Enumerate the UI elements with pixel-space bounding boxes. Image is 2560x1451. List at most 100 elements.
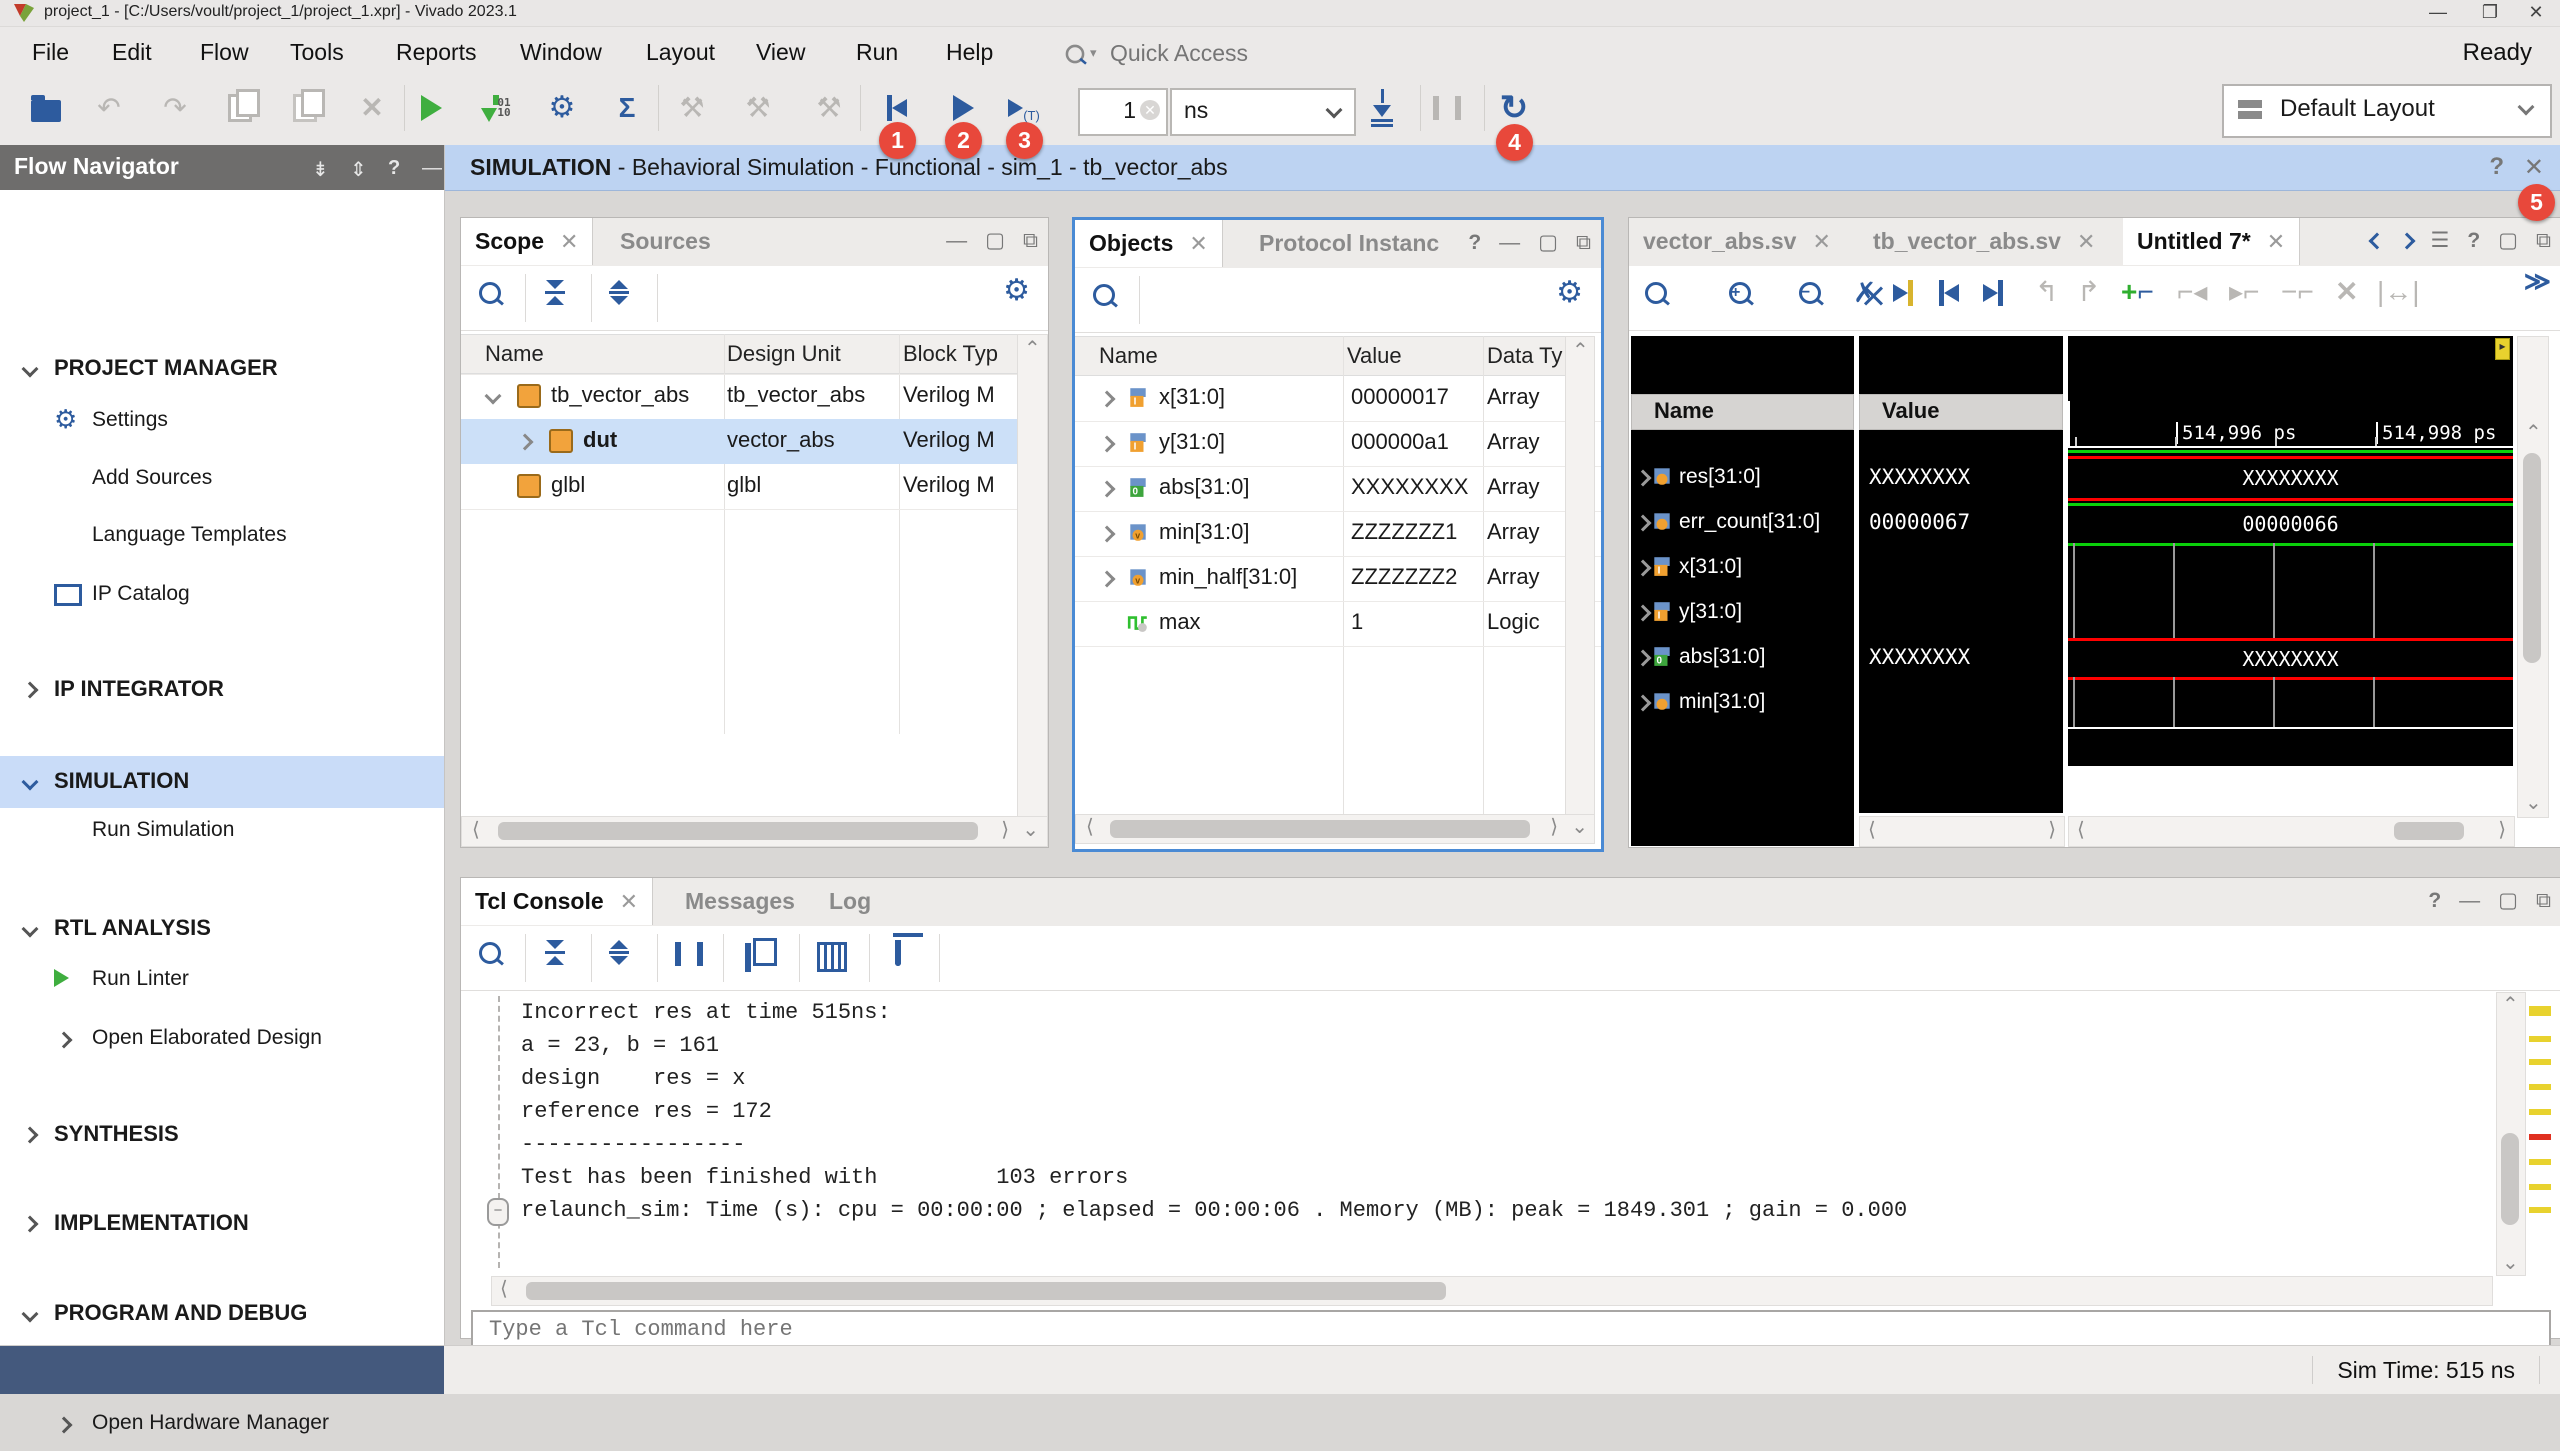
search-icon[interactable] bbox=[1093, 284, 1115, 312]
minimize-icon[interactable]: — bbox=[946, 229, 967, 253]
layout-selector[interactable]: Default Layout bbox=[2222, 84, 2552, 138]
scroll-right-icon[interactable]: ⟩ bbox=[1550, 817, 1558, 837]
section-rtl-analysis[interactable]: RTL ANALYSIS bbox=[0, 903, 444, 955]
console-horizontal-scrollbar[interactable]: ⟨ bbox=[491, 1276, 2493, 1306]
paste-button[interactable] bbox=[283, 83, 327, 133]
sim-run-time-field[interactable]: 1 ✕ bbox=[1078, 88, 1168, 136]
goto-transition-icon[interactable] bbox=[1893, 280, 1913, 306]
menu-flow[interactable]: Flow bbox=[192, 37, 257, 68]
tab-scope[interactable]: Scope✕ bbox=[461, 218, 593, 265]
help-icon[interactable]: ? bbox=[2489, 153, 2504, 181]
error-marker[interactable] bbox=[2529, 1036, 2551, 1042]
quick-access-search[interactable]: ▾ bbox=[1056, 35, 1342, 77]
current-error-marker[interactable] bbox=[2529, 1134, 2551, 1140]
objects-vertical-scrollbar[interactable]: ⌃ bbox=[1565, 336, 1595, 820]
chevron-right-icon[interactable] bbox=[1635, 560, 1652, 577]
scroll-left-icon[interactable]: ⟨ bbox=[2077, 820, 2085, 840]
close-icon[interactable]: ✕ bbox=[620, 889, 638, 915]
undo-button[interactable]: ↶ bbox=[87, 83, 131, 133]
object-row-min-half[interactable]: v min_half[31:0] ZZZZZZZ2 Array bbox=[1075, 556, 1565, 601]
swap-cursor2-icon[interactable]: ↱ bbox=[2077, 278, 2100, 306]
error-marker[interactable] bbox=[2529, 1159, 2551, 1165]
scope-table-header[interactable]: Name Design Unit Block Typ bbox=[461, 334, 1018, 374]
help-icon[interactable]: ? bbox=[2467, 229, 2480, 253]
minimize-icon[interactable]: — bbox=[422, 157, 442, 180]
delete-button[interactable]: ✕ bbox=[350, 83, 394, 133]
wave-marker-flag[interactable]: ▸ bbox=[2495, 338, 2510, 360]
error-marker[interactable] bbox=[2529, 1084, 2551, 1090]
help-icon[interactable]: ? bbox=[388, 157, 400, 180]
tab-tb-vector-abs-sv[interactable]: tb_vector_abs.sv✕ bbox=[1859, 218, 2109, 265]
chevron-right-icon[interactable] bbox=[1099, 436, 1116, 453]
scope-row-tb-vector-abs[interactable]: tb_vector_abs tb_vector_abs Verilog M bbox=[461, 374, 1017, 419]
settings-gear-icon[interactable]: ⚙ bbox=[1556, 278, 1583, 308]
window-minimize-icon[interactable]: — bbox=[2428, 2, 2448, 22]
wave-signal-err-count[interactable]: err_count[31:0] bbox=[1631, 501, 1854, 546]
maximize-icon[interactable]: ▢ bbox=[2498, 228, 2518, 253]
maximize-icon[interactable]: ▢ bbox=[985, 228, 1005, 253]
next-edge-icon[interactable] bbox=[1983, 280, 2003, 306]
item-language-templates[interactable]: Language Templates bbox=[0, 511, 444, 563]
pause-output-icon[interactable] bbox=[675, 942, 703, 966]
scroll-up-icon[interactable]: ⌃ bbox=[1572, 341, 1589, 361]
step-button[interactable] bbox=[1360, 83, 1404, 133]
collapse-all-icon[interactable] bbox=[545, 280, 565, 305]
collapse-all-icon[interactable]: ⇟ bbox=[312, 157, 329, 182]
item-open-elaborated-design[interactable]: Open Elaborated Design bbox=[0, 1014, 444, 1066]
pause-button[interactable] bbox=[1425, 83, 1469, 133]
wave-signal-y[interactable]: I y[31:0] bbox=[1631, 591, 1854, 636]
search-icon[interactable] bbox=[479, 282, 501, 310]
chevron-right-icon[interactable] bbox=[1635, 695, 1652, 712]
collapse-all-icon[interactable] bbox=[545, 940, 565, 965]
object-row-max[interactable]: max 1 Logic bbox=[1075, 601, 1565, 646]
scope-row-glbl[interactable]: glbl glbl Verilog M bbox=[461, 464, 1017, 509]
section-implementation[interactable]: IMPLEMENTATION bbox=[0, 1198, 444, 1250]
console-vertical-scrollbar[interactable]: ⌃ ⌄ bbox=[2496, 992, 2526, 1276]
chevron-right-icon[interactable] bbox=[1099, 526, 1116, 543]
menu-window[interactable]: Window bbox=[512, 37, 610, 68]
object-row-y[interactable]: I y[31:0] 000000a1 Array bbox=[1075, 421, 1565, 466]
objects-horizontal-scrollbar[interactable]: ⟨ ⟩ ⌄ bbox=[1075, 814, 1595, 844]
console-fold-handle-icon[interactable]: − bbox=[487, 1198, 509, 1226]
object-row-min[interactable]: v min[31:0] ZZZZZZZ1 Array bbox=[1075, 511, 1565, 556]
chevron-right-icon[interactable] bbox=[517, 434, 534, 451]
tab-log[interactable]: Log bbox=[815, 878, 885, 925]
scroll-down-icon[interactable]: ⌄ bbox=[2525, 793, 2542, 813]
error-marker[interactable] bbox=[2529, 1207, 2551, 1213]
tcl-command-input[interactable] bbox=[487, 1316, 2391, 1343]
object-row-abs[interactable]: 0 abs[31:0] XXXXXXXX Array bbox=[1075, 466, 1565, 511]
crosshair-off-icon[interactable]: ✗ bbox=[1853, 276, 1876, 309]
scope-vertical-scrollbar[interactable]: ⌃ bbox=[1017, 334, 1048, 818]
tab-scroll-left-icon[interactable] bbox=[2368, 232, 2385, 249]
search-icon[interactable] bbox=[1645, 282, 1667, 310]
chevron-right-icon[interactable] bbox=[1635, 515, 1652, 532]
copy-output-icon[interactable] bbox=[745, 943, 751, 972]
float-icon[interactable]: ⧉ bbox=[1576, 231, 1591, 255]
tab-tcl-console[interactable]: Tcl Console✕ bbox=[461, 878, 653, 925]
maximize-icon[interactable]: ▢ bbox=[1538, 230, 1558, 255]
menu-reports[interactable]: Reports bbox=[388, 37, 485, 68]
section-project-manager[interactable]: PROJECT MANAGER bbox=[0, 343, 444, 395]
item-run-linter[interactable]: Run Linter bbox=[0, 955, 444, 1007]
wave-plot-hscrollbar[interactable]: ⟨ ⟩ bbox=[2068, 816, 2515, 847]
close-icon[interactable]: ✕ bbox=[560, 229, 578, 255]
settings-gear-icon[interactable]: ⚙ bbox=[1003, 276, 1030, 306]
chevron-right-icon[interactable] bbox=[1635, 650, 1652, 667]
minimize-icon[interactable]: — bbox=[1499, 231, 1520, 255]
wave-plot-area[interactable]: 514,996 ps 514,998 ps XXXXXXXX 00000066 … bbox=[2068, 336, 2513, 766]
help-icon[interactable]: ? bbox=[1468, 231, 1481, 255]
scroll-left-icon[interactable]: ⟨ bbox=[472, 820, 480, 840]
item-open-hardware-manager[interactable]: Open Hardware Manager bbox=[0, 1399, 444, 1451]
maximize-icon[interactable]: ▢ bbox=[2498, 888, 2518, 913]
search-icon[interactable] bbox=[479, 942, 501, 970]
chevron-right-icon[interactable] bbox=[1099, 481, 1116, 498]
scroll-left-icon[interactable]: ⟨ bbox=[1868, 820, 1876, 840]
open-implemented-design-button[interactable]: ⚒ bbox=[807, 83, 851, 133]
scroll-right-icon[interactable]: ⟩ bbox=[2048, 820, 2056, 840]
scroll-down-icon[interactable]: ⌄ bbox=[1571, 817, 1588, 837]
minimize-icon[interactable]: — bbox=[2459, 889, 2480, 913]
wave-signal-x[interactable]: I x[31:0] bbox=[1631, 546, 1854, 591]
tab-list-icon[interactable]: ☰ bbox=[2431, 228, 2450, 253]
scroll-up-icon[interactable]: ⌃ bbox=[1024, 339, 1041, 359]
float-icon[interactable]: ⧉ bbox=[1023, 229, 1038, 253]
